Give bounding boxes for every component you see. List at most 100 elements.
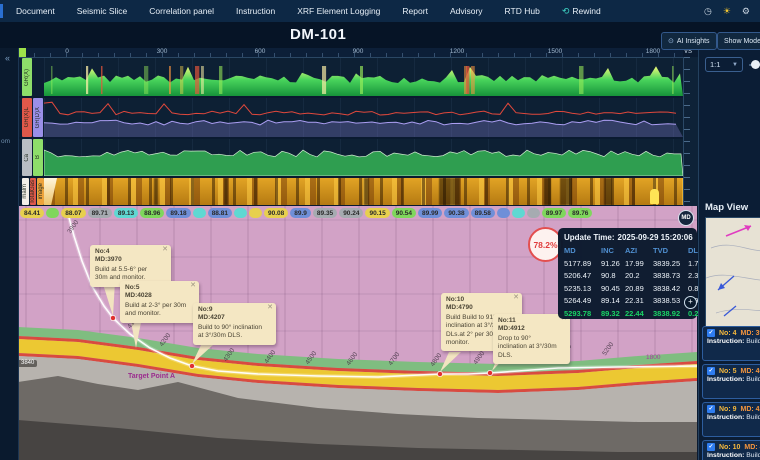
menu-item-instruction[interactable]: Instruction (225, 6, 286, 16)
map-view-title: Map View (705, 202, 748, 213)
menu-item-label: Rewind (572, 6, 600, 16)
menu-item-xrf-element-logging[interactable]: XRF Element Logging (286, 6, 391, 16)
instruction-card[interactable]: ✓ No: 4 MD: 3970Instruction: Build at 5.5-… (702, 326, 760, 361)
ruler-tick-label: 0 (65, 48, 69, 55)
zoom-slider-knob[interactable] (751, 60, 760, 69)
vs-ruler: 0300600900120015001800 (18, 48, 683, 58)
md-handle[interactable]: MD (678, 210, 694, 226)
table-cell: 5264.49 (564, 296, 601, 305)
survey-pill: 84.41 (20, 208, 44, 218)
instruction-card[interactable]: ✓No: 9MD: 4207Instruction: Build to 90° … (702, 402, 760, 437)
card-no: No: 10 (719, 444, 740, 451)
show-model-button[interactable]: Show Model (717, 32, 760, 50)
table-cell: 5293.78 (564, 309, 601, 318)
menu-item-rtd-hub[interactable]: RTD Hub (494, 6, 551, 16)
menu-item-seismic-slice[interactable]: Seismic Slice (66, 6, 139, 16)
table-cell: 3838.92 (653, 309, 688, 318)
chevron-down-icon: ▼ (732, 62, 738, 68)
survey-pill: 88.81 (208, 208, 232, 218)
callout-header: No:9MD:4207 (198, 306, 266, 322)
survey-pill: 90.54 (392, 208, 416, 218)
settings-icon[interactable]: ⚙ (742, 6, 750, 17)
menu-item-correlation-panel[interactable]: Correlation panel (138, 6, 225, 16)
callout-header: No:11MD:4912 (498, 317, 560, 333)
log-track-ca: Ca B (18, 139, 683, 176)
well-title: DM-101 (290, 26, 346, 43)
survey-pill: 89.35 (313, 208, 337, 218)
survey-pill (497, 208, 510, 218)
track-label-image[interactable]: image (37, 178, 44, 205)
card-md: MD: 3970 (741, 330, 760, 337)
survey-pill (234, 208, 247, 218)
ca-waveform (44, 139, 683, 176)
callout-md: MD:4790 (446, 304, 512, 312)
track-label-b[interactable]: B (33, 139, 43, 176)
survey-pill: 90.24 (339, 208, 363, 218)
track-label-grx[interactable]: GR(X) (22, 58, 32, 96)
track-label-totalgas[interactable]: TotalGas (30, 178, 37, 205)
scale-select[interactable]: 1:1 ▼ (705, 57, 743, 72)
clock-icon[interactable]: ◷ (704, 6, 712, 17)
collapsed-panel-label: om (1, 138, 10, 145)
menu-item-report[interactable]: Report (391, 6, 439, 16)
map-canvas (706, 218, 760, 330)
ca-curve-area (44, 139, 683, 176)
table-header-cell: INC (601, 246, 625, 255)
expand-plus-button[interactable]: + (684, 296, 697, 309)
menu-item-advisory[interactable]: Advisory (439, 6, 494, 16)
collapse-chevron-icon[interactable]: « (5, 53, 10, 63)
survey-pill: 89.58 (471, 208, 495, 218)
track-label-grxl[interactable]: GR(X)L (22, 98, 32, 137)
close-icon[interactable]: ✕ (513, 294, 519, 303)
close-icon[interactable]: ✕ (190, 282, 196, 291)
image-log-streak (560, 178, 572, 205)
table-cell: 89.14 (601, 296, 625, 305)
depth-ruler (683, 57, 698, 206)
survey-pill (512, 208, 525, 218)
callout-header: No:5MD:4028 (125, 284, 189, 300)
instruction-card[interactable]: ✓No: 5MD: 4028Instruction: Build at 2-3°… (702, 364, 760, 399)
update-time-value: 2025-09-29 15:20:06 (618, 233, 693, 242)
instruction-list: ✓ No: 4 MD: 3970Instruction: Build at 5.5-… (702, 326, 760, 460)
track-label-ca[interactable]: Ca (22, 139, 32, 176)
checkbox-checked-icon[interactable]: ✓ (707, 443, 715, 451)
instruction-callout[interactable]: No:11MD:4912✕Drop to 90° inclination at … (493, 314, 570, 364)
checkbox-checked-icon[interactable]: ✓ (707, 329, 715, 337)
survey-pill: 89.9 (290, 208, 311, 218)
menu-item-rewind[interactable]: ⟲Rewind (551, 6, 612, 17)
table-cell: 5235.13 (564, 284, 601, 293)
brightness-icon[interactable]: ☀ (723, 6, 731, 17)
table-cell: 22.31 (625, 296, 653, 305)
card-instruction-text: Instruction: Build Build to 91° inclinat… (707, 452, 760, 460)
survey-update-panel: Update Time: 2025-09-29 15:20:06 MDINCAZ… (558, 228, 697, 319)
instruction-callout[interactable]: No:5MD:4028✕Build at 2-3° per 30m and mo… (120, 281, 199, 323)
image-log-streak (544, 178, 551, 205)
close-icon[interactable]: ✕ (162, 246, 168, 255)
map-view-thumbnail[interactable] (705, 217, 760, 331)
ai-insights-label: AI Insights (677, 38, 710, 45)
survey-pill (249, 208, 262, 218)
instruction-callout[interactable]: No:9MD:4207✕Build to 90° inclination at … (193, 303, 276, 345)
image-log-streak (364, 178, 369, 205)
card-instruction-text: Instruction: Build at 2-3° per 30m and m… (707, 376, 760, 385)
instruction-card[interactable]: ✓No: 10MD: 4790Instruction: Build Build … (702, 440, 760, 460)
table-header-cell: AZI (625, 246, 653, 255)
close-icon[interactable]: ✕ (267, 304, 273, 313)
menu-item-document[interactable]: Document (5, 6, 66, 16)
log-track-gr2: GR(X)L GR(D)X (18, 98, 683, 137)
ruler-tick-label: 1800 (646, 48, 660, 55)
callout-no: No:10 (446, 296, 512, 304)
card-instruction-text: Instruction: Build at 5.5-6° per 30m and… (707, 338, 760, 347)
track-label-malm[interactable]: malm (22, 178, 29, 205)
card-no: No: 4 (719, 330, 737, 337)
checkbox-checked-icon[interactable]: ✓ (707, 405, 715, 413)
table-cell: 3838.73 (653, 271, 688, 280)
ai-insights-button[interactable]: ⊙ AI Insights (661, 32, 717, 50)
track-label-grdx[interactable]: GR(D)X (33, 98, 43, 137)
survey-pill (527, 208, 540, 218)
table-cell: 5177.89 (564, 259, 601, 268)
callout-no: No:11 (498, 317, 560, 325)
left-collapsed-panel[interactable]: « om (0, 48, 19, 460)
menu-accent (0, 4, 3, 18)
checkbox-checked-icon[interactable]: ✓ (707, 367, 715, 375)
